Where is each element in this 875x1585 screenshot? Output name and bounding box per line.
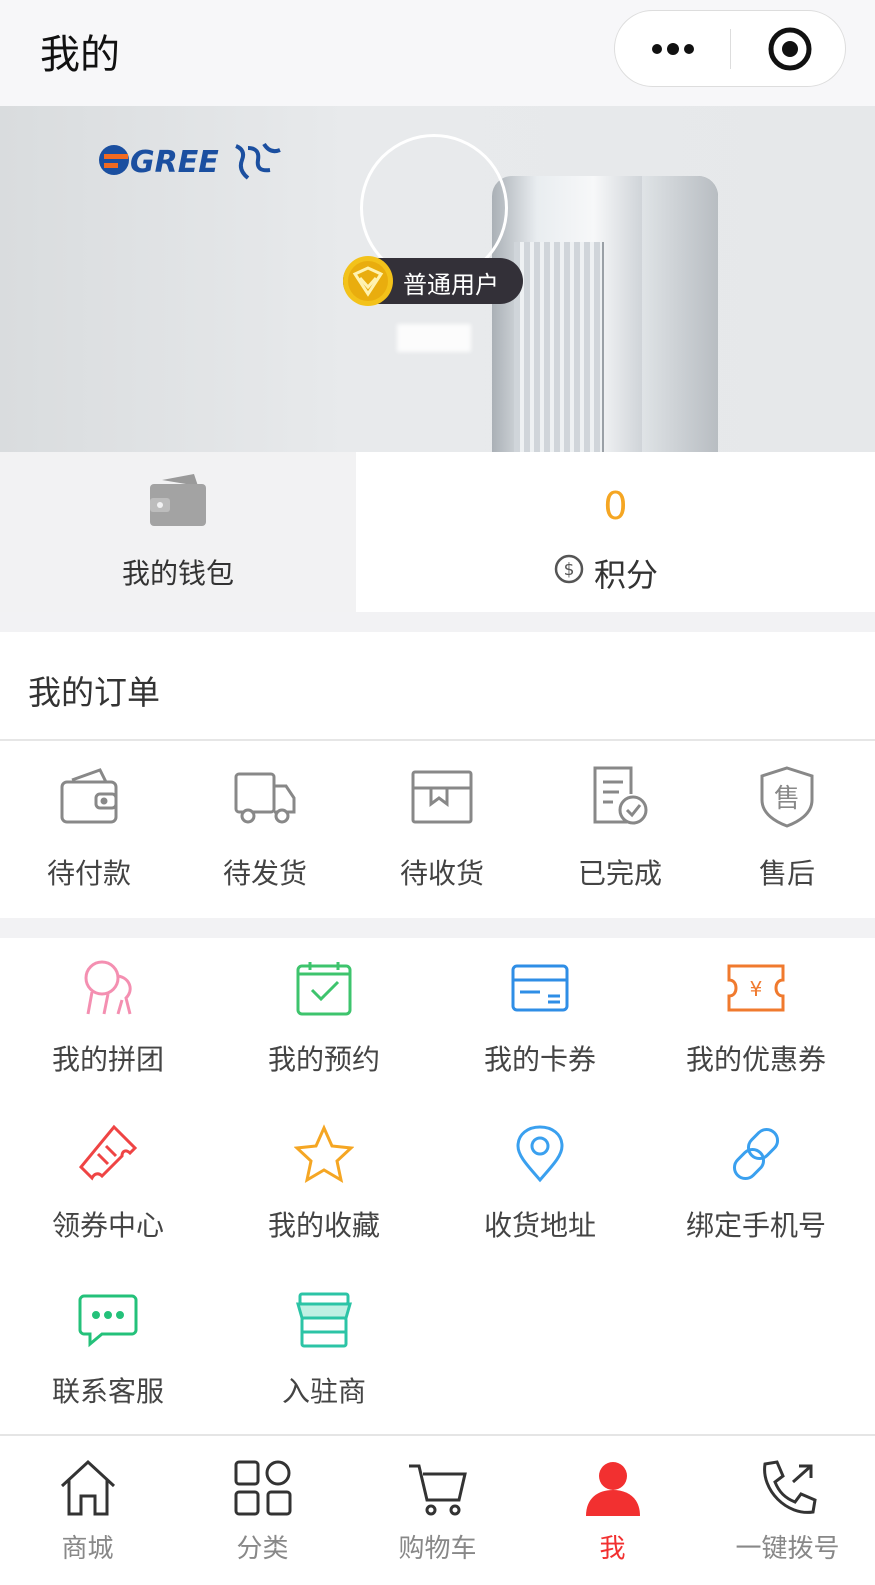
service-label: 我的优惠券 <box>685 1043 826 1076</box>
svg-text:GREE: GREE <box>130 145 219 180</box>
points-entry[interactable]: 0 $ 积分 <box>356 452 875 612</box>
dollar-coin-icon: $ <box>554 554 584 584</box>
service-label: 入驻商 <box>281 1375 366 1408</box>
ticket-icon <box>78 1124 138 1181</box>
wallet-icon <box>150 474 206 526</box>
person-icon <box>586 1462 640 1516</box>
order-label: 待付款 <box>46 857 131 890</box>
profile-banner: GREE 普通用户 <box>0 106 875 452</box>
mini-program-capsule <box>614 10 846 87</box>
shield-icon: 售 <box>760 766 814 828</box>
phone-icon <box>763 1460 817 1514</box>
service-label: 我的卡券 <box>483 1043 596 1076</box>
service-label: 我的收藏 <box>267 1209 380 1242</box>
tab-cart[interactable]: 购物车 <box>350 1436 525 1585</box>
order-label: 待发货 <box>222 857 307 890</box>
order-to-ship[interactable]: 待发货 <box>205 764 325 894</box>
wallet-icon <box>60 768 118 824</box>
service-merchant-join[interactable]: 入驻商 <box>216 1270 432 1408</box>
star-icon <box>294 1124 354 1184</box>
tab-label: 分类 <box>236 1534 289 1564</box>
order-label: 待收货 <box>399 857 484 890</box>
tab-me[interactable]: 我 <box>525 1436 700 1585</box>
group-icon <box>84 960 132 1015</box>
home-icon <box>60 1459 116 1516</box>
service-label: 联系客服 <box>51 1375 164 1408</box>
service-my-cards[interactable]: 我的卡券 <box>432 938 648 1076</box>
orders-divider <box>0 739 875 741</box>
storefront-icon <box>296 1292 352 1348</box>
card-icon <box>511 964 569 1012</box>
page-title: 我的 <box>40 32 120 78</box>
svg-text:¥: ¥ <box>750 977 763 1001</box>
cart-icon <box>409 1464 467 1516</box>
nav-bar: 我的 <box>0 0 875 106</box>
service-my-favorites[interactable]: 我的收藏 <box>216 1104 432 1242</box>
svg-text:$: $ <box>564 560 575 580</box>
link-icon <box>732 1127 780 1181</box>
service-contact-support[interactable]: 联系客服 <box>0 1270 216 1408</box>
service-coupon-center[interactable]: 领券中心 <box>0 1104 216 1242</box>
close-target-icon[interactable] <box>766 25 814 73</box>
user-level-badge: 普通用户 <box>343 256 523 306</box>
points-value: 0 <box>603 484 628 528</box>
points-label: 积分 <box>594 556 659 594</box>
service-label: 我的拼团 <box>51 1043 164 1076</box>
orders-title[interactable]: 我的订单 <box>28 666 160 714</box>
my-orders-section: 我的订单 待付款 待发货 待收货 已完成 售 售后 <box>0 632 875 918</box>
order-label: 已完成 <box>577 857 662 890</box>
order-to-receive[interactable]: 待收货 <box>382 764 502 894</box>
tab-one-click-dial[interactable]: 一键拨号 <box>700 1436 875 1585</box>
service-label: 绑定手机号 <box>685 1209 826 1242</box>
tab-category[interactable]: 分类 <box>175 1436 350 1585</box>
order-pending-payment[interactable]: 待付款 <box>29 764 149 894</box>
wallet-entry[interactable]: 我的钱包 <box>0 452 356 612</box>
account-stats: 我的钱包 0 $ 积分 <box>0 452 875 612</box>
service-my-reservation[interactable]: 我的预约 <box>216 938 432 1076</box>
gree-logo: GREE <box>99 142 281 180</box>
service-shipping-address[interactable]: 收货地址 <box>432 1104 648 1242</box>
service-label: 我的预约 <box>267 1043 380 1076</box>
level-diamond-icon <box>343 256 393 306</box>
tab-label: 购物车 <box>398 1534 477 1564</box>
tab-mall[interactable]: 商城 <box>0 1436 175 1585</box>
capsule-divider <box>730 29 731 69</box>
document-check-icon <box>593 766 648 825</box>
wallet-label: 我的钱包 <box>121 557 234 590</box>
order-completed[interactable]: 已完成 <box>560 764 680 894</box>
chat-bubble-icon <box>78 1294 138 1348</box>
truck-icon <box>234 772 296 824</box>
coupon-yen-icon: ¥ <box>727 964 785 1012</box>
service-label: 领券中心 <box>51 1209 164 1242</box>
order-label: 售后 <box>758 857 815 890</box>
username-blurred <box>397 324 471 352</box>
svg-text:售: 售 <box>774 784 800 814</box>
user-level-text: 普通用户 <box>403 271 499 299</box>
more-icon[interactable] <box>651 38 695 60</box>
bottom-tab-bar: 商城 分类 购物车 我 一键拨号 <box>0 1434 875 1585</box>
tab-label: 一键拨号 <box>735 1534 840 1564</box>
service-my-coupons[interactable]: ¥ 我的优惠券 <box>648 938 864 1076</box>
services-grid: 我的拼团 我的预约 我的卡券 ¥ 我的优惠券 领券中心 我的收藏 收货地址 绑定… <box>0 938 875 1434</box>
category-icon <box>234 1460 292 1516</box>
location-pin-icon <box>516 1125 564 1183</box>
tab-label: 商城 <box>61 1534 114 1564</box>
air-conditioner-image <box>492 176 718 452</box>
service-bind-phone[interactable]: 绑定手机号 <box>648 1104 864 1242</box>
box-icon <box>411 770 473 824</box>
order-after-sales[interactable]: 售 售后 <box>727 764 847 894</box>
service-label: 收货地址 <box>483 1209 596 1242</box>
service-my-group-buy[interactable]: 我的拼团 <box>0 938 216 1076</box>
calendar-check-icon <box>296 962 352 1016</box>
tab-label: 我 <box>599 1534 626 1564</box>
